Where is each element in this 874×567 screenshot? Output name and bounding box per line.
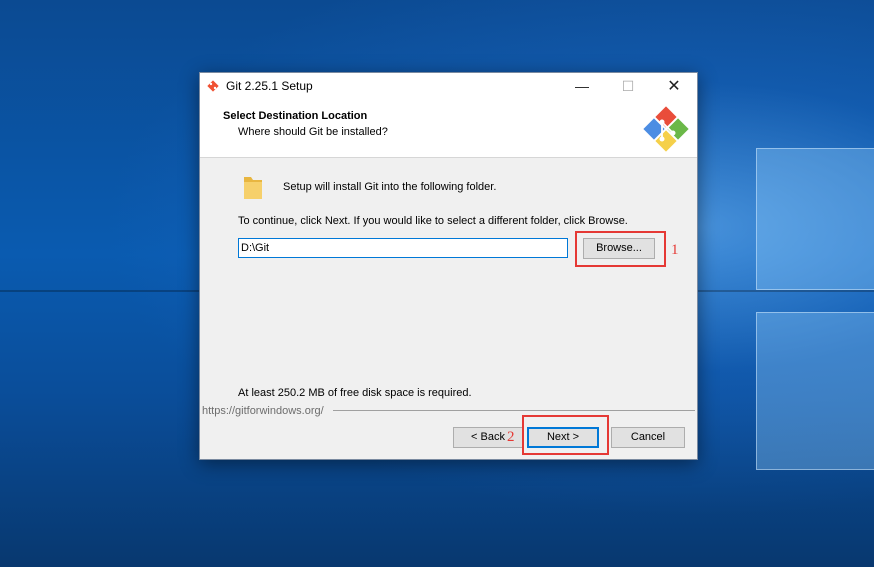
- git-app-icon: [207, 80, 219, 92]
- website-url: https://gitforwindows.org/: [202, 405, 324, 417]
- wallpaper-pane: [756, 312, 874, 470]
- annotation-number-2: 2: [507, 429, 515, 445]
- wallpaper-pane: [756, 148, 874, 290]
- minimize-button[interactable]: —: [559, 73, 605, 100]
- cancel-button[interactable]: Cancel: [611, 427, 685, 448]
- install-path-field[interactable]: [238, 238, 568, 258]
- page-title: Select Destination Location: [223, 110, 368, 122]
- git-logo-icon: [643, 106, 689, 152]
- close-button[interactable]: ✕: [651, 73, 697, 100]
- annotation-number-1: 1: [671, 242, 679, 258]
- title-bar[interactable]: Git 2.25.1 Setup — ☐ ✕: [200, 73, 697, 100]
- disk-space-text: At least 250.2 MB of free disk space is …: [238, 387, 472, 399]
- next-highlight-box: [522, 415, 609, 455]
- maximize-button[interactable]: ☐: [605, 73, 651, 100]
- footer-divider: [333, 410, 695, 411]
- wizard-header: Select Destination Location Where should…: [200, 100, 697, 158]
- instruction-text: To continue, click Next. If you would li…: [238, 215, 628, 227]
- page-subtitle: Where should Git be installed?: [238, 126, 388, 138]
- install-intro-text: Setup will install Git into the followin…: [283, 181, 497, 193]
- folder-icon: [244, 177, 262, 199]
- window-title: Git 2.25.1 Setup: [226, 79, 313, 93]
- back-button-label: < Back: [471, 431, 505, 443]
- cancel-button-label: Cancel: [630, 431, 666, 443]
- browse-highlight-box: [575, 231, 666, 267]
